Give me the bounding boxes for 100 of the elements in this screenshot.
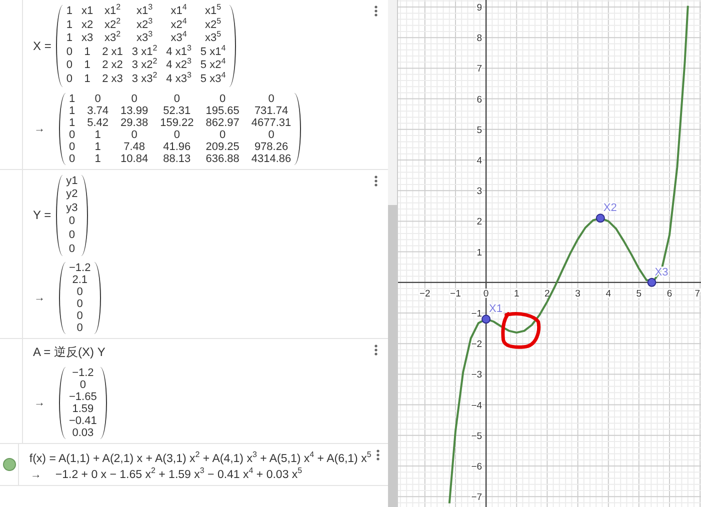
matrix-cell: −1.65 (69, 391, 97, 404)
matrix-cell-text: x2$^{2}$ (103, 18, 122, 31)
matrix-cell-text: 4 x1$^{3}$ (166, 46, 192, 58)
matrix-cell-text: 1.59 (71, 403, 95, 416)
matrix-cell-text: x1$^{5}$ (204, 5, 222, 18)
matrix-cell-text: −1.2 (71, 367, 95, 380)
tick-label: 9 (476, 2, 482, 14)
tick-label: −6 (471, 462, 482, 472)
matrix-cell-text: 5 x1$^{4}$ (200, 46, 226, 58)
matrix-cell-text: 1 (94, 152, 102, 165)
tick-label: 4 (606, 288, 611, 300)
matrix-cell: 195.65 (206, 104, 240, 117)
tick-label: 6 (476, 94, 482, 106)
matrix-cell-text: 0 (218, 92, 227, 105)
matrix-cell-text: 0 (76, 286, 84, 298)
matrix-cell-text: x3$^{4}$ (170, 32, 187, 46)
tick-label: −3 (471, 370, 482, 381)
tick-label: 5 (636, 288, 642, 300)
tick-label: 3 (575, 288, 580, 300)
matrix-cell-text: 0 (76, 298, 84, 310)
matrix-cell-text: 0 (267, 128, 276, 141)
tick-label: 2 (544, 288, 550, 300)
matrix-cell: 209.25 (206, 140, 240, 153)
matrix-cell-text: 1 (83, 72, 92, 87)
matrix-cell-text: 0.03 (71, 427, 95, 440)
definition-label: X = (33, 38, 52, 53)
matrix-cell: 5.42 (87, 116, 109, 129)
scrollbar-thumb[interactable] (388, 205, 397, 507)
matrix-cell: 159.22 (160, 116, 194, 129)
matrix-cell-text: 1 (94, 128, 102, 141)
tick-label: −1 (471, 308, 482, 320)
matrix-cell: y2 (66, 188, 78, 202)
more-menu-icon[interactable] (374, 5, 378, 17)
tick-label: 6 (666, 288, 672, 300)
definition-text: f(x) = A(1,1) + A(2,1) x + A(3,1) x$^{2}$ + A(4,1) x$^{3}$ + A(5,1) x$^{4}$ + A(6,1) x$^{5}$ (29, 453, 372, 466)
matrix-cell: 1 (69, 116, 76, 129)
visibility-toggle[interactable] (2, 458, 16, 472)
matrix-cell-text: 3 x2$^{2}$ (132, 59, 158, 72)
matrix-cell-text: 0 (172, 128, 181, 141)
matrix-cell-text: 0 (130, 128, 138, 141)
matrix-cell-text: 0 (76, 310, 84, 322)
matrix-cell-text: x3$^{2}$ (103, 32, 122, 46)
tick-label: 1 (514, 288, 520, 300)
matrix-cell: 4 x3$^{3}$ (166, 72, 192, 87)
matrix-cell-text: x2$^{4}$ (170, 18, 188, 31)
matrix-cell: 1 (69, 104, 76, 117)
matrix-cell: x2 (81, 18, 94, 32)
matrix-cell-text: 731.74 (253, 104, 290, 117)
tick-label: −4 (471, 400, 482, 412)
matrix-cell: 0 (66, 59, 72, 73)
matrix-cell-text: 1 (83, 46, 92, 60)
tick-label: 4 (476, 156, 482, 167)
matrix-cell-text: x2$^{5}$ (204, 18, 222, 31)
tick-label: 2 (476, 216, 482, 228)
point-label: X2 (603, 202, 617, 214)
matrix-cell-text: 978.26 (253, 140, 290, 153)
matrix-cell-text: 4 x2$^{3}$ (166, 59, 192, 72)
matrix-cell-text: 2.1 (71, 274, 88, 286)
tick-label: 7 (694, 288, 700, 300)
tick-label: −2 (419, 288, 430, 300)
matrix-cell: 0 (69, 140, 76, 153)
result-text: −1.2 + 0 x − 1.65 x$^{2}$ + 1.59 x$^{3}$ − 0.41 x$^{4}$ + 0.03 x$^{5}$ (55, 469, 302, 482)
matrix-cell: 29.38 (120, 116, 148, 129)
matrix-cell-text: 0 (68, 215, 76, 229)
matrix-cell: 2 x1 (102, 46, 123, 60)
matrix-cell-text: x1$^{4}$ (170, 5, 188, 18)
matrix-cell: 1 (69, 92, 76, 105)
tick-label: 7 (476, 64, 482, 75)
tick-label: −2 (471, 339, 482, 350)
result-arrow: → (34, 292, 45, 304)
point-label: X1 (489, 303, 503, 316)
more-menu-icon[interactable] (376, 449, 380, 462)
more-menu-icon[interactable] (374, 174, 378, 187)
matrix-cell-text: x1$^{3}$ (135, 5, 154, 18)
definition-label: Y = (33, 208, 52, 222)
matrix-cell: 3.74 (87, 104, 109, 117)
matrix-cell-text: x1$^{2}$ (103, 5, 122, 18)
matrix-cell: 5 x3$^{4}$ (200, 72, 226, 87)
matrix-cell: 3 x3$^{2}$ (132, 72, 158, 87)
matrix-cell: 636.88 (206, 152, 240, 165)
matrix-cell-text: 0 (218, 128, 227, 141)
point (596, 214, 605, 223)
matrix-cell: 0 (69, 152, 76, 165)
definition-text: A = 逆反(X) Y (33, 344, 106, 362)
tick-label: −7 (471, 492, 482, 504)
tick-label: 1 (476, 247, 482, 258)
matrix-cell: −0.41 (69, 415, 97, 428)
matrix-cell: 0 (66, 46, 72, 60)
matrix-cell-text: 41.96 (162, 140, 192, 153)
matrix-cell: 0 (69, 128, 76, 141)
matrix-cell: 862.97 (206, 116, 240, 129)
matrix-cell-text: 52.31 (162, 104, 192, 117)
matrix-cell-text: x3$^{5}$ (204, 32, 222, 46)
tick-label: 8 (476, 33, 482, 44)
matrix-cell: 0 (66, 72, 72, 87)
point (647, 278, 656, 287)
matrix-cell-text: 0 (78, 379, 87, 392)
more-menu-icon[interactable] (374, 344, 378, 356)
matrix-cell: x1 (81, 5, 94, 19)
matrix-cell-text: 7.48 (122, 140, 146, 153)
